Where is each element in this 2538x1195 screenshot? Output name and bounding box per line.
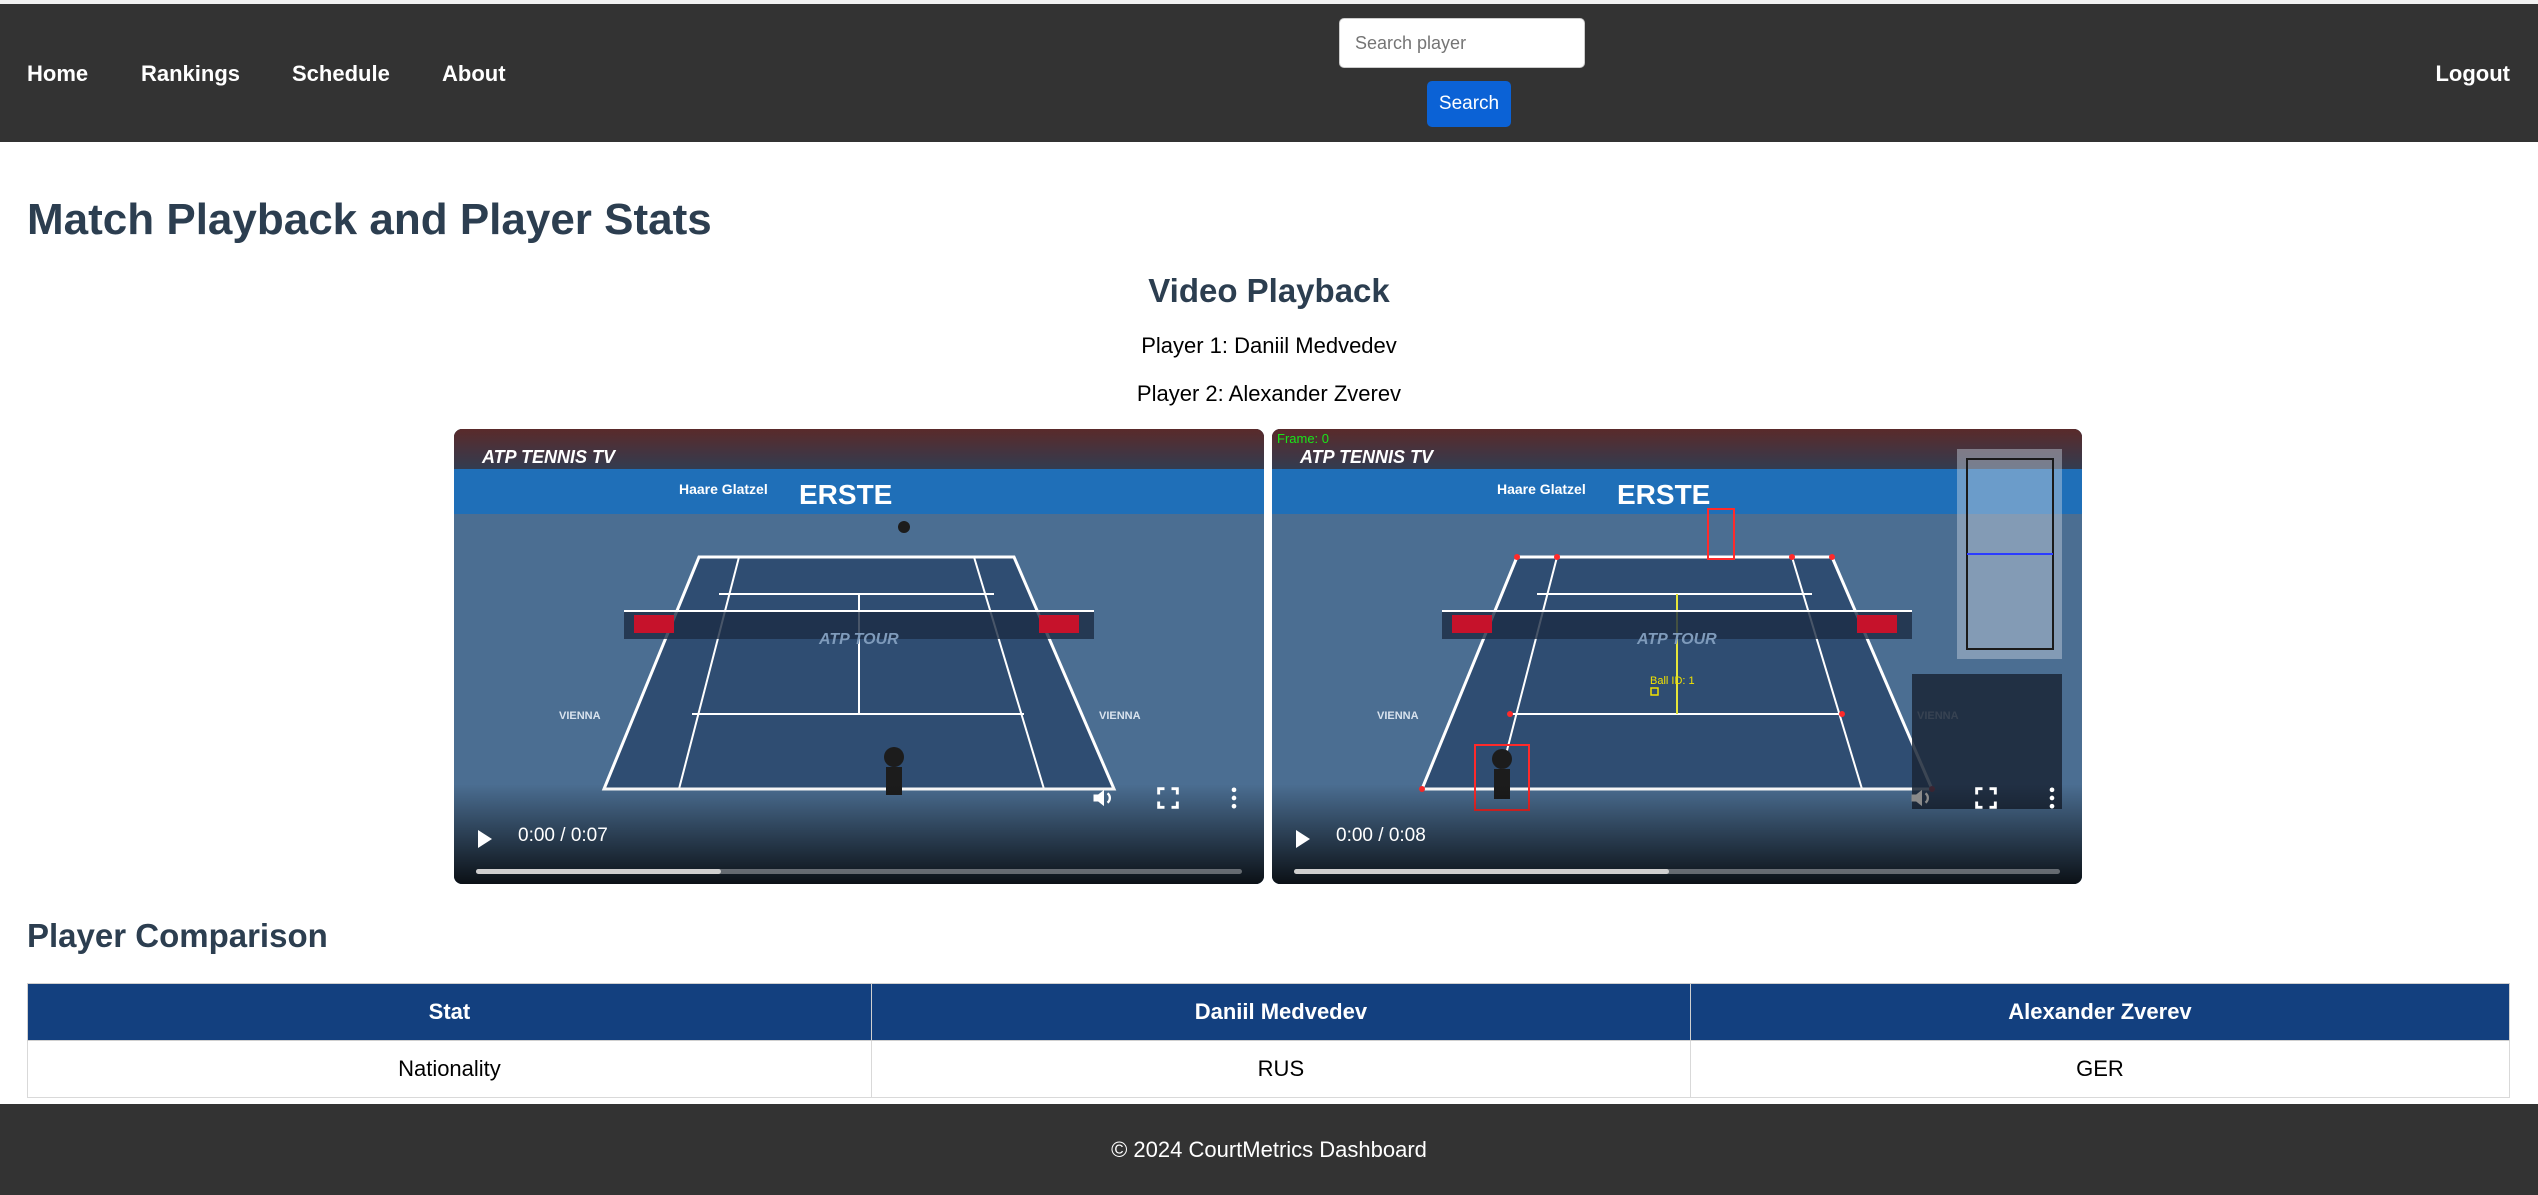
video-progress-track[interactable] xyxy=(1294,869,2060,874)
video-time: 0:00 / 0:07 xyxy=(518,825,608,846)
video-player-1[interactable]: ATP TENNIS TV Haare Glatzel ERSTE ATP TO… xyxy=(454,429,1264,884)
nav-schedule-link[interactable]: Schedule xyxy=(292,61,390,87)
player2-label: Player 2: Alexander Zverev xyxy=(1136,381,1402,406)
svg-text:ATP TENNIS TV: ATP TENNIS TV xyxy=(481,447,617,467)
video-playback-heading: Video Playback xyxy=(1148,272,1390,309)
svg-text:Ball ID: 1: Ball ID: 1 xyxy=(1650,675,1695,687)
table-header-player2: Alexander Zverev xyxy=(1689,983,2511,1041)
video-player-2[interactable]: ATP TENNIS TV Haare Glatzel ERSTE Frame:… xyxy=(1272,429,2082,884)
table-cell: Nationality xyxy=(27,1040,872,1098)
table-header-row: Stat Daniil Medvedev Alexander Zverev xyxy=(27,983,2511,1041)
table-header-player1: Daniil Medvedev xyxy=(870,983,1691,1041)
svg-text:VIENNA: VIENNA xyxy=(559,710,601,722)
logout-link[interactable]: Logout xyxy=(2435,61,2510,87)
svg-text:ATP TOUR: ATP TOUR xyxy=(1636,631,1717,648)
nav-about-link[interactable]: About xyxy=(442,61,506,87)
svg-text:Haare Glatzel: Haare Glatzel xyxy=(1497,481,1586,497)
table-row: Nationality RUS GER xyxy=(27,1040,2511,1098)
svg-text:ATP TOUR: ATP TOUR xyxy=(818,631,899,648)
volume-icon[interactable] xyxy=(1090,784,1118,812)
more-options-icon[interactable] xyxy=(2038,784,2066,812)
page-title: Match Playback and Player Stats xyxy=(27,195,712,244)
svg-text:VIENNA: VIENNA xyxy=(1099,710,1141,722)
svg-text:Haare Glatzel: Haare Glatzel xyxy=(679,481,768,497)
player-comparison-heading: Player Comparison xyxy=(27,917,328,954)
player1-label: Player 1: Daniil Medvedev xyxy=(1141,333,1397,358)
play-icon[interactable] xyxy=(478,830,492,848)
fullscreen-icon[interactable] xyxy=(1154,784,1182,812)
page-footer: © 2024 CourtMetrics Dashboard xyxy=(0,1104,2538,1195)
svg-text:ATP TENNIS TV: ATP TENNIS TV xyxy=(1299,447,1435,467)
top-navbar: Home Rankings Schedule About Search Logo… xyxy=(0,4,2538,142)
fullscreen-icon[interactable] xyxy=(1972,784,2000,812)
svg-text:VIENNA: VIENNA xyxy=(1377,710,1419,722)
svg-text:Frame: 0: Frame: 0 xyxy=(1277,431,1329,446)
volume-icon[interactable] xyxy=(1908,784,1936,812)
play-icon[interactable] xyxy=(1296,830,1310,848)
nav-rankings-link[interactable]: Rankings xyxy=(141,61,240,87)
more-options-icon[interactable] xyxy=(1220,784,1248,812)
table-header-stat: Stat xyxy=(27,983,872,1041)
video-controls: 0:00 / 0:07 xyxy=(454,784,1264,884)
search-player-input[interactable] xyxy=(1339,18,1585,68)
search-button[interactable]: Search xyxy=(1427,81,1511,127)
nav-home-link[interactable]: Home xyxy=(27,61,88,87)
video-time: 0:00 / 0:08 xyxy=(1336,825,1426,846)
video-progress-fill xyxy=(1294,869,1670,874)
player-comparison-table: Stat Daniil Medvedev Alexander Zverev Na… xyxy=(27,983,2511,1098)
video-progress-fill xyxy=(476,869,722,874)
svg-text:ERSTE: ERSTE xyxy=(1617,479,1710,510)
svg-text:ERSTE: ERSTE xyxy=(799,479,892,510)
video-controls: 0:00 / 0:08 xyxy=(1272,784,2082,884)
video-progress-track[interactable] xyxy=(476,869,1242,874)
table-cell: RUS xyxy=(870,1040,1691,1098)
table-cell: GER xyxy=(1689,1040,2511,1098)
